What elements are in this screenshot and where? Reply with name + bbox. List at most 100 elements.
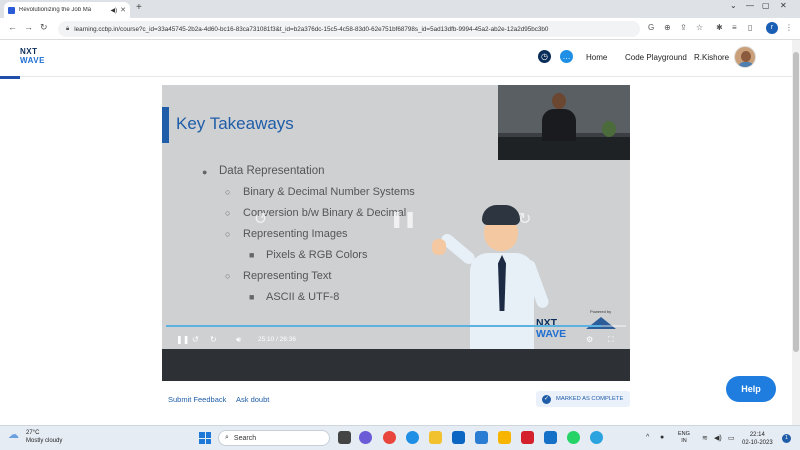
address-bar[interactable]: 🔒︎ learning.ccbp.in/course?c_id=33a45745… <box>58 21 640 37</box>
nav-code-playground[interactable]: Code Playground <box>625 53 687 62</box>
search-icon: ⌕ <box>225 434 229 441</box>
pause-icon[interactable]: ❚❚ <box>176 335 189 344</box>
chevron-down-icon[interactable]: ⌄ <box>730 1 737 10</box>
sidepanel-icon[interactable]: ▯ <box>748 23 752 32</box>
page-scrollbar[interactable] <box>792 40 800 425</box>
ask-doubt-link[interactable]: Ask doubt <box>236 395 269 404</box>
video-progress-bar[interactable] <box>166 325 626 327</box>
partner-mountain-logo <box>586 317 616 329</box>
close-window-icon[interactable]: ✕ <box>780 1 787 10</box>
site-favicon-icon <box>8 6 15 14</box>
video-logo-line-2: WAVE <box>536 328 567 340</box>
instructor-webcam <box>498 85 630 160</box>
clock-date: 02-10-2023 <box>742 440 773 446</box>
forward-10-icon[interactable]: ↻ <box>210 335 217 344</box>
windows-start-icon[interactable] <box>199 432 211 444</box>
system-clock[interactable]: 22:14 02-10-2023 <box>742 431 773 447</box>
battery-icon[interactable]: ▭ <box>728 434 735 442</box>
speaker-tray-icon[interactable]: ◀) <box>714 434 722 442</box>
slide-title-accent <box>162 107 169 143</box>
chrome-icon[interactable] <box>383 431 396 444</box>
user-avatar[interactable] <box>734 46 756 68</box>
google-icon[interactable]: G <box>648 23 654 32</box>
help-button[interactable]: Help <box>726 376 776 402</box>
app-icon[interactable] <box>544 431 557 444</box>
mcafee-icon[interactable] <box>521 431 534 444</box>
video-time-display: 25:10 / 26:36 <box>258 336 296 343</box>
chevron-up-icon[interactable]: ^ <box>646 434 649 441</box>
check-circle-icon: ✓ <box>542 394 551 404</box>
bullet-conversion: Conversion b/w Binary & Decimal <box>243 207 407 219</box>
nxtwave-logo[interactable]: NXT WAVE <box>20 47 45 65</box>
notification-badge[interactable]: 1 <box>782 434 791 443</box>
bullet-pixels-rgb: Pixels & RGB Colors <box>266 249 368 261</box>
instructor-head <box>552 93 566 109</box>
rewind-overlay-icon[interactable]: ↺ <box>254 209 267 229</box>
timer-icon[interactable]: ◷ <box>538 50 551 63</box>
marked-complete-label: MARKED AS COMPLETE <box>556 396 624 402</box>
fullscreen-icon[interactable]: ⛶ <box>608 335 614 345</box>
profile-avatar[interactable]: r <box>766 22 778 34</box>
user-name[interactable]: R.Kishore <box>694 53 729 62</box>
edge-icon[interactable] <box>406 431 419 444</box>
minimize-icon[interactable]: — <box>746 1 754 10</box>
chat-icon[interactable]: … <box>560 50 573 63</box>
lang-region: IN <box>681 438 687 444</box>
linkedin-icon[interactable] <box>452 431 465 444</box>
marked-complete-button[interactable]: ✓ MARKED AS COMPLETE <box>536 391 630 407</box>
video-nxtwave-logo: NXT WAVE <box>536 318 566 340</box>
bullet-square: ■ <box>249 250 255 260</box>
logo-line-2: WAVE <box>20 56 45 65</box>
instructor-body <box>542 109 576 141</box>
bullet-circle: ○ <box>225 271 231 281</box>
norton-icon[interactable] <box>498 431 511 444</box>
settings-gear-icon[interactable]: ⚙ <box>586 335 593 344</box>
teams-chat-icon[interactable] <box>359 431 372 444</box>
task-view-icon[interactable] <box>338 431 351 444</box>
rewind-10-icon[interactable]: ↺ <box>192 335 199 344</box>
store-icon[interactable] <box>475 431 488 444</box>
browser-tab-strip: Revolutionizing the Job Ma ◀) ✕ + ⌄ — ▢ … <box>0 0 800 18</box>
avatar-shirt <box>738 62 754 67</box>
language-indicator[interactable]: ENG IN <box>678 431 690 445</box>
lock-icon: 🔒︎ <box>66 25 70 32</box>
url-text: learning.ccbp.in/course?c_id=33a45745-2b… <box>74 25 549 33</box>
media-icon[interactable]: ≡ <box>732 23 737 32</box>
bullet-circle: ○ <box>225 229 231 239</box>
back-arrow-icon[interactable]: ← <box>8 22 17 32</box>
maximize-icon[interactable]: ▢ <box>762 1 770 10</box>
speaker-icon[interactable]: ◀) <box>111 7 118 14</box>
cartoon-presenter-illustration <box>430 203 551 353</box>
bookmark-star-icon[interactable]: ☆ <box>696 23 703 32</box>
volume-icon[interactable]: 🔊︎ <box>236 335 241 345</box>
file-explorer-icon[interactable] <box>429 431 442 444</box>
forward-arrow-icon[interactable]: → <box>24 22 33 32</box>
share-icon[interactable]: ⇪ <box>680 23 687 32</box>
telegram-icon[interactable] <box>590 431 603 444</box>
submit-feedback-link[interactable]: Submit Feedback <box>168 395 226 404</box>
browser-tab[interactable]: Revolutionizing the Job Ma ◀) ✕ <box>4 2 130 18</box>
taskbar-search[interactable]: ⌕ Search <box>218 430 330 446</box>
bullet-representing-images: Representing Images <box>243 228 348 240</box>
antivirus-tray-icon[interactable]: ● <box>660 434 664 441</box>
pause-overlay-icon[interactable]: ❚❚ <box>390 209 417 229</box>
scrollbar-thumb[interactable] <box>793 52 799 352</box>
extensions-icon[interactable]: ✱ <box>716 23 723 32</box>
whatsapp-icon[interactable] <box>567 431 580 444</box>
nav-home[interactable]: Home <box>586 53 607 62</box>
header-accent-strip <box>0 76 20 79</box>
logo-line-1: NXT <box>20 47 38 56</box>
zoom-icon[interactable]: ⊕ <box>664 23 671 32</box>
menu-dots-icon[interactable]: ⋮ <box>785 23 793 32</box>
cartoon-hair <box>482 205 520 225</box>
video-progress-fill <box>166 325 602 327</box>
close-tab-icon[interactable]: ✕ <box>120 6 126 14</box>
wifi-icon[interactable]: ≋ <box>702 434 708 442</box>
new-tab-button[interactable]: + <box>136 2 142 13</box>
bullet-data-representation: Data Representation <box>219 165 325 177</box>
video-player[interactable]: Key Takeaways ● Data Representation ○ Bi… <box>162 85 630 381</box>
weather-condition: Mostly cloudy <box>26 438 63 444</box>
reload-icon[interactable]: ↻ <box>40 22 48 33</box>
bullet-binary-decimal: Binary & Decimal Number Systems <box>243 186 415 198</box>
slide-title: Key Takeaways <box>176 114 294 133</box>
